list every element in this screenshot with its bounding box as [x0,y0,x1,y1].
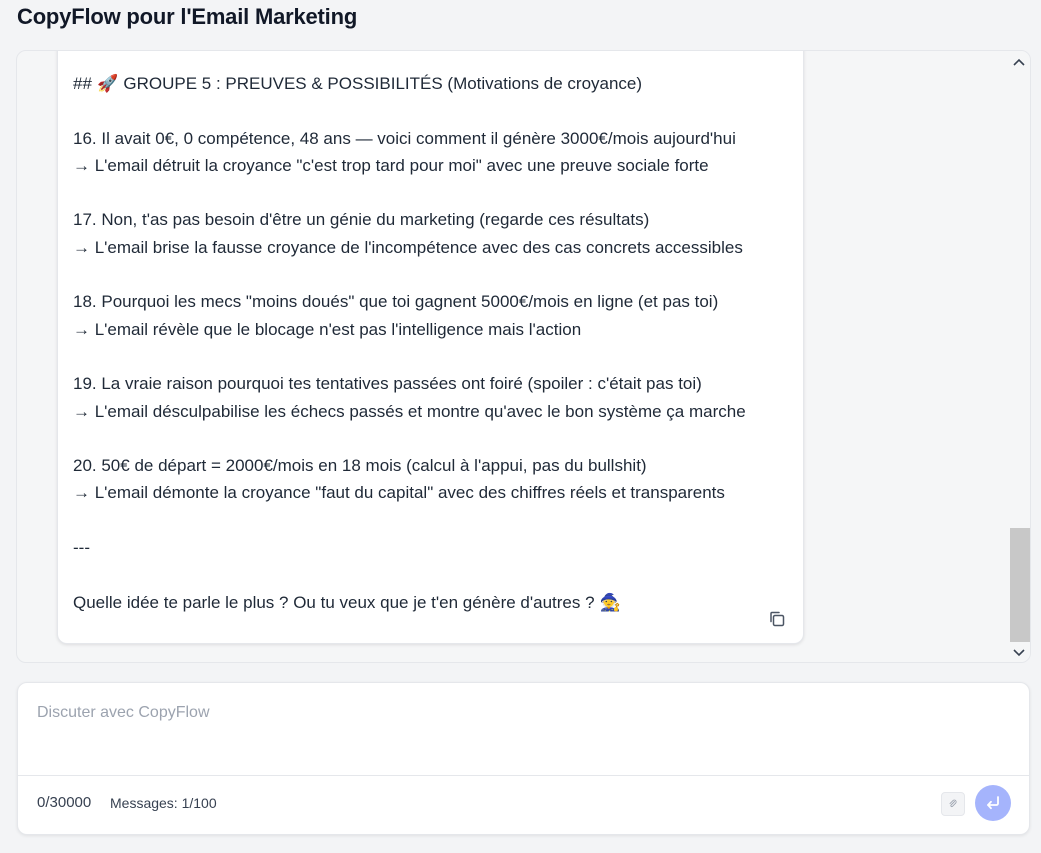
composer-footer: 0/30000 Messages: 1/100 [18,776,1029,836]
idea-detail: → L'email brise la fausse croyance de l'… [73,237,743,257]
closing-question: Quelle idée te parle le plus ? Ou tu veu… [73,589,793,616]
message-content: ## 🚀 GROUPE 5 : PREUVES & POSSIBILITÉS (… [73,70,793,616]
idea-title: 17. Non, t'as pas besoin d'être un génie… [73,210,650,230]
copy-icon [770,611,785,627]
copy-button[interactable] [767,609,787,629]
idea-title: 16. Il avait 0€, 0 compétence, 48 ans — … [73,128,736,148]
send-icon [987,796,999,810]
rocket-icon: 🚀 [97,74,119,93]
char-counter: 0/30000 [37,794,92,811]
message-counter: Messages: 1/100 [110,795,217,811]
idea-detail: → L'email désculpabilise les échecs pass… [73,401,746,421]
attach-button[interactable] [941,792,965,816]
chat-area: ## 🚀 GROUPE 5 : PREUVES & POSSIBILITÉS (… [16,50,1031,663]
scroll-up-button[interactable] [1008,53,1030,71]
idea-detail: → L'email démonte la croyance "faut du c… [73,483,725,503]
chevron-down-icon [1013,649,1025,657]
message-composer: 0/30000 Messages: 1/100 [17,682,1030,835]
idea-detail: → L'email détruit la croyance "c'est tro… [73,155,709,175]
chat-input[interactable] [18,683,1029,775]
chevron-up-icon [1013,58,1025,66]
assistant-message: ## 🚀 GROUPE 5 : PREUVES & POSSIBILITÉS (… [57,51,804,644]
scroll-track[interactable] [1010,73,1030,642]
scroll-thumb[interactable] [1010,528,1030,642]
send-button[interactable] [975,785,1011,821]
page-title: CopyFlow pour l'Email Marketing [17,4,358,29]
idea-title: 19. La vraie raison pourquoi tes tentati… [73,374,702,394]
separator: --- [73,538,90,558]
scroll-down-button[interactable] [1008,644,1030,662]
chat-scrollbar[interactable] [1008,51,1030,662]
idea-title: 20. 50€ de départ = 2000€/mois en 18 moi… [73,456,647,476]
group-heading: ## 🚀 GROUPE 5 : PREUVES & POSSIBILITÉS (… [73,70,793,97]
idea-title: 18. Pourquoi les mecs "moins doués" que … [73,292,719,312]
attach-icon [949,799,957,808]
idea-detail: → L'email révèle que le blocage n'est pa… [73,319,582,339]
wizard-icon: 🧙 [599,592,621,612]
